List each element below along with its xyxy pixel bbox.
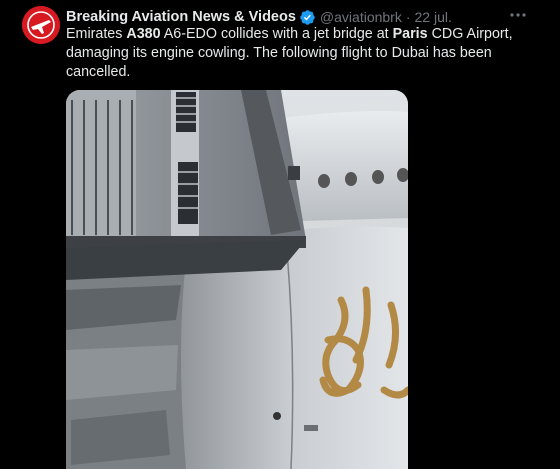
more-options-button[interactable]: [508, 6, 528, 24]
plane-logo-icon: [22, 6, 60, 44]
tweet-text-bold: A380: [126, 26, 161, 42]
tweet-text-part: A6-EDO collides with a jet bridge at: [160, 26, 393, 42]
separator-dot: ·: [405, 9, 411, 25]
timestamp[interactable]: 22 jul.: [415, 9, 452, 25]
photo-jet-bridge-engine: [66, 90, 408, 469]
tweet-photo[interactable]: [66, 90, 408, 469]
tweet-text-part: Emirates: [66, 26, 127, 42]
display-name[interactable]: Breaking Aviation News & Videos: [66, 9, 296, 25]
tweet: Breaking Aviation News & Videos @aviatio…: [0, 0, 560, 469]
handle[interactable]: @aviationbrk: [320, 9, 402, 25]
more-options-icon: [510, 13, 526, 17]
verified-badge-icon[interactable]: [299, 9, 316, 26]
tweet-text-bold: Paris: [392, 26, 428, 42]
tweet-text: Emirates A380 A6-EDO collides with a jet…: [66, 25, 536, 82]
avatar[interactable]: [22, 6, 60, 44]
tweet-header: Breaking Aviation News & Videos @aviatio…: [66, 8, 452, 26]
